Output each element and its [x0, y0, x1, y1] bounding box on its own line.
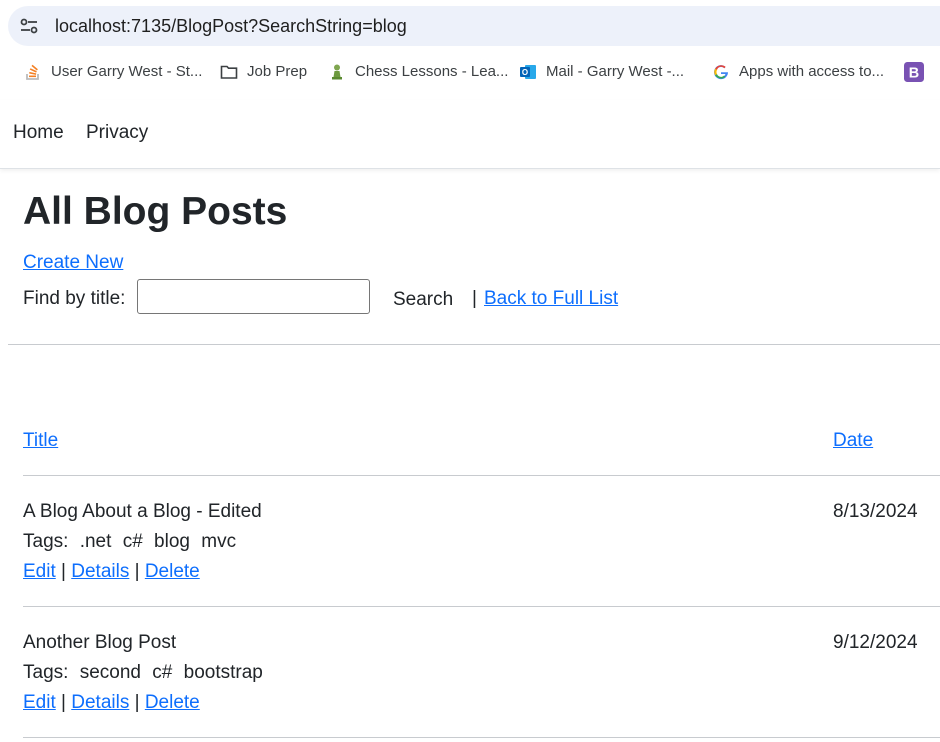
post-tags: Tags: second c# bootstrap [23, 662, 263, 684]
svg-text:B: B [909, 66, 919, 82]
bookmark-job-prep[interactable]: Job Prep [220, 62, 307, 82]
create-new-link[interactable]: Create New [23, 252, 123, 274]
separator: | [61, 561, 66, 582]
page-title: All Blog Posts [23, 190, 288, 233]
tag: mvc [201, 531, 237, 552]
bookmark-label: User Garry West - St... [51, 63, 203, 80]
row-divider [23, 606, 940, 607]
tag: blog [154, 531, 190, 552]
tags-label: Tags: [23, 662, 69, 683]
bookmark-google-apps[interactable]: Apps with access to... [712, 62, 884, 82]
tag: .net [79, 531, 112, 552]
google-icon [714, 65, 728, 80]
tags-label: Tags: [23, 531, 69, 552]
nav-home[interactable]: Home [13, 122, 64, 144]
details-link[interactable]: Details [71, 692, 129, 713]
tag: c# [152, 662, 173, 683]
tag: c# [122, 531, 143, 552]
divider [8, 344, 940, 345]
back-to-full-list-link[interactable]: Back to Full List [484, 288, 618, 310]
bookmarks-bar: User Garry West - St... Job Prep Chess L… [0, 58, 940, 88]
tag: bootstrap [183, 662, 263, 683]
bookmark-stackoverflow[interactable]: User Garry West - St... [24, 62, 202, 82]
bookmark-label: Job Prep [247, 63, 308, 80]
delete-link[interactable]: Delete [145, 692, 200, 713]
separator: | [472, 288, 477, 309]
post-title: Another Blog Post [23, 632, 177, 653]
post-actions: Edit | Details | Delete [23, 561, 200, 583]
bookmark-bootstrap[interactable]: B [904, 62, 933, 82]
sort-by-date-header[interactable]: Date [833, 430, 873, 452]
edit-link[interactable]: Edit [23, 561, 56, 582]
search-input[interactable] [137, 279, 370, 314]
search-form: Find by title: Search | Back to Full Lis… [23, 279, 723, 317]
delete-link[interactable]: Delete [145, 561, 200, 582]
sort-by-title-header[interactable]: Title [23, 430, 58, 452]
row-divider [23, 737, 940, 738]
bookmark-chess[interactable]: Chess Lessons - Lea... [328, 62, 508, 82]
post-title: A Blog About a Blog - Edited [23, 501, 262, 522]
folder-icon [220, 65, 238, 79]
find-by-title-label: Find by title: [23, 288, 126, 309]
post-date: 9/12/2024 [833, 632, 918, 653]
separator: | [134, 561, 140, 582]
site-settings-icon[interactable] [20, 18, 38, 34]
chess-pawn-icon [332, 64, 342, 80]
bootstrap-icon: B [904, 62, 924, 82]
svg-text:O: O [522, 68, 528, 77]
separator: | [134, 692, 140, 713]
edit-link[interactable]: Edit [23, 692, 56, 713]
url-text[interactable]: localhost:7135/BlogPost?SearchString=blo… [55, 16, 407, 37]
bookmark-label: Chess Lessons - Lea... [355, 63, 509, 80]
bookmark-label: Mail - Garry West -... [546, 63, 685, 80]
post-date: 8/13/2024 [833, 501, 918, 522]
post-tags: Tags: .net c# blog mvc [23, 531, 236, 553]
separator: | [61, 692, 66, 713]
nav-privacy[interactable]: Privacy [86, 122, 148, 144]
post-actions: Edit | Details | Delete [23, 692, 200, 714]
bookmark-label: Apps with access to... [739, 63, 885, 80]
bookmark-mail[interactable]: O Mail - Garry West -... [519, 62, 684, 82]
search-button[interactable]: Search [383, 287, 463, 313]
tag: second [79, 662, 141, 683]
address-bar[interactable]: localhost:7135/BlogPost?SearchString=blo… [8, 6, 940, 46]
stackoverflow-icon [26, 64, 39, 80]
site-navbar: Home Privacy [0, 100, 940, 169]
details-link[interactable]: Details [71, 561, 129, 582]
outlook-icon: O [520, 65, 536, 79]
row-divider [23, 475, 940, 476]
